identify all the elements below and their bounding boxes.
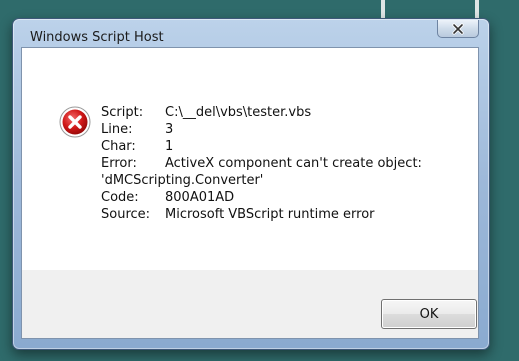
close-button[interactable] <box>437 20 479 38</box>
ok-button[interactable]: OK <box>381 299 477 329</box>
error-continuation: 'dMCScripting.Converter' <box>101 173 264 188</box>
error-details: Script: C:\__del\vbs\tester.vbs Line: 3 … <box>101 104 422 223</box>
code-value: 800A01AD <box>165 190 235 205</box>
close-x-icon <box>452 22 464 35</box>
code-row: Code: 800A01AD <box>101 189 422 206</box>
error-icon <box>59 106 91 138</box>
window-title: Windows Script Host <box>30 30 164 45</box>
error-label: Error: <box>101 156 137 171</box>
char-value: 1 <box>165 139 174 154</box>
source-label: Source: <box>101 207 151 222</box>
dialog-client-area: Script: C:\__del\vbs\tester.vbs Line: 3 … <box>21 47 479 339</box>
script-value: C:\__del\vbs\tester.vbs <box>165 105 312 120</box>
script-row: Script: C:\__del\vbs\tester.vbs <box>101 104 422 121</box>
desktop-divider <box>381 0 385 20</box>
error-value: ActiveX component can't create object: <box>165 156 422 171</box>
char-row: Char: 1 <box>101 138 422 155</box>
dialog-window: Windows Script Host Script: C:\__del\vbs… <box>12 18 490 350</box>
line-row: Line: 3 <box>101 121 422 138</box>
code-label: Code: <box>101 190 139 205</box>
source-row: Source: Microsoft VBScript runtime error <box>101 206 422 223</box>
script-label: Script: <box>101 105 144 120</box>
char-label: Char: <box>101 139 136 154</box>
line-label: Line: <box>101 122 133 137</box>
line-value: 3 <box>165 122 174 137</box>
desktop-divider <box>475 0 479 20</box>
source-value: Microsoft VBScript runtime error <box>165 207 375 222</box>
message-area: Script: C:\__del\vbs\tester.vbs Line: 3 … <box>22 48 478 270</box>
error-continuation-row: 'dMCScripting.Converter' <box>101 172 422 189</box>
error-row: Error: ActiveX component can't create ob… <box>101 155 422 172</box>
